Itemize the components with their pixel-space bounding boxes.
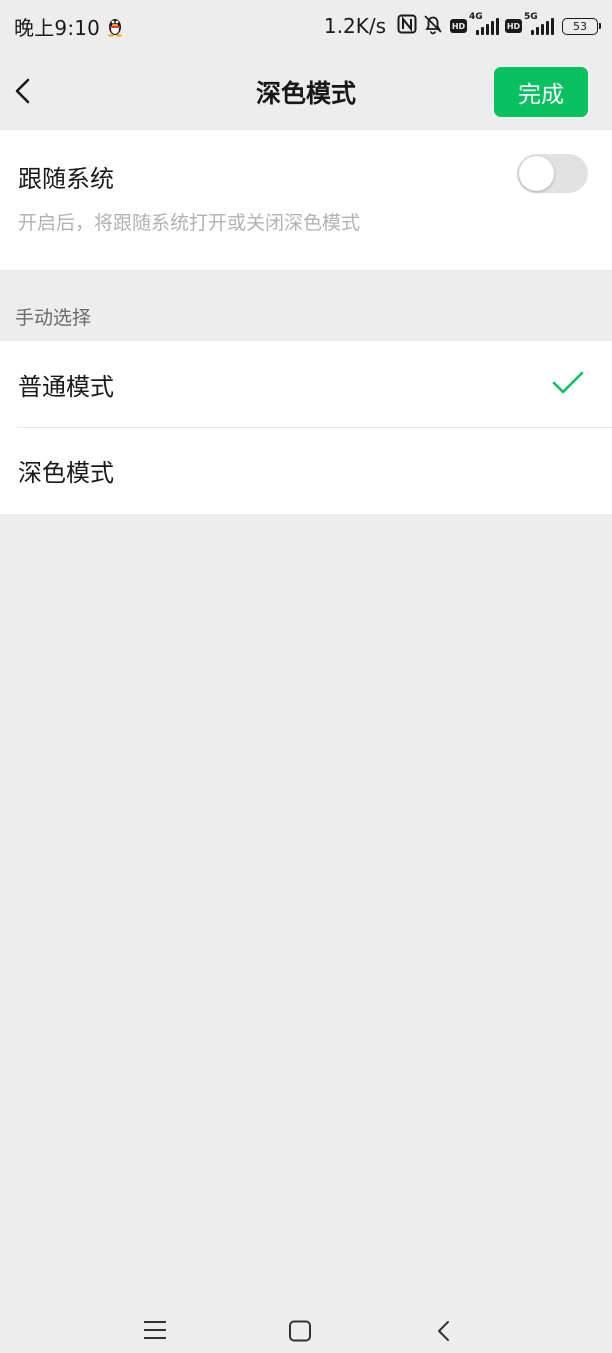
signal-5g-icon: 5G [524, 12, 554, 37]
checkmark-icon [552, 369, 584, 397]
back-triangle-icon[interactable] [435, 1320, 451, 1346]
network-speed: 1.2K/s [323, 14, 386, 38]
mode-options-list: 普通模式 深色模式 [0, 341, 612, 514]
manual-select-header: 手动选择 [15, 307, 92, 329]
signal-4g-icon: 4G [469, 12, 499, 37]
battery-icon: 53 [562, 17, 601, 35]
qq-penguin-icon [107, 15, 123, 37]
system-navigation-bar [0, 1310, 612, 1353]
mute-bell-icon [422, 13, 444, 39]
option-label: 深色模式 [18, 459, 114, 487]
menu-lines-icon[interactable] [143, 1320, 167, 1344]
nfc-icon [397, 14, 417, 38]
option-normal-mode[interactable]: 普通模式 [0, 341, 612, 427]
done-button[interactable]: 完成 [494, 67, 588, 117]
hd-volte-badge: HD [450, 19, 467, 33]
nav-bar: 深色模式 完成 [0, 52, 612, 130]
option-label: 普通模式 [18, 372, 114, 401]
hd-volte-badge-2: HD [505, 19, 522, 33]
battery-level: 53 [573, 19, 587, 33]
home-square-icon[interactable] [288, 1320, 312, 1346]
status-time: 晚上9:10 [14, 15, 101, 40]
option-dark-mode[interactable]: 深色模式 [17, 427, 612, 513]
follow-system-description: 开启后，将跟随系统打开或关闭深色模式 [18, 212, 361, 234]
follow-system-section: 跟随系统 开启后，将跟随系统打开或关闭深色模式 [0, 130, 612, 270]
follow-system-toggle[interactable] [517, 154, 588, 193]
toggle-knob [519, 156, 554, 191]
status-bar-left: 晚上9:10 [14, 12, 123, 41]
follow-system-label: 跟随系统 [18, 165, 114, 193]
status-bar-right: 1.2K/s HD 4G HD 5G 53 [323, 12, 601, 39]
status-bar: 晚上9:10 1.2K/s HD 4G HD 5G 53 [0, 0, 612, 52]
dark-mode-settings-screen: 晚上9:10 1.2K/s HD 4G HD 5G 53 深色模式 完成 跟随系… [0, 0, 612, 1353]
